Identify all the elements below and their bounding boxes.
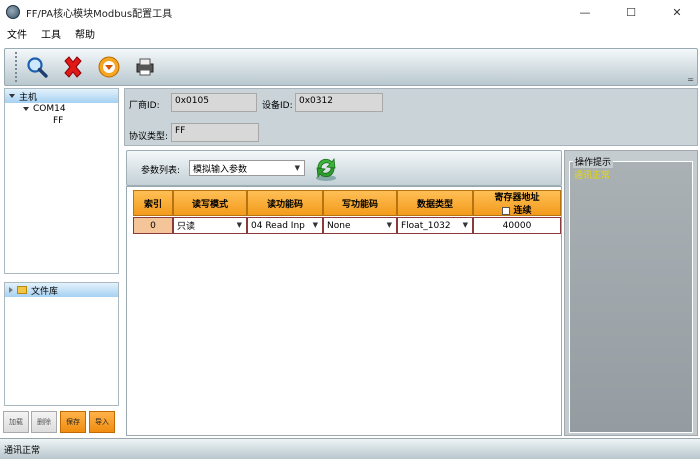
vendor-id-field: 0x0105 xyxy=(171,93,257,112)
cell-data-type[interactable]: Float_1032 ▼ xyxy=(397,217,473,234)
vendor-id-label: 厂商ID: xyxy=(129,101,160,111)
register-grid: 索引 读写模式 读功能码 写功能码 数据类型 寄存器地址 连续 0 只读 ▼ 0… xyxy=(126,186,562,436)
menu-file[interactable]: 文件 xyxy=(0,26,34,41)
protocol-type-label: 协议类型: xyxy=(129,132,169,142)
col-read-fc: 读功能码 xyxy=(247,190,323,216)
param-list-label: 参数列表: xyxy=(141,166,181,176)
col-write-fc: 写功能码 xyxy=(323,190,397,216)
status-bar: 通讯正常 xyxy=(0,438,700,459)
chevron-down-icon: ▼ xyxy=(236,221,242,229)
device-id-field: 0x0312 xyxy=(295,93,383,112)
close-button[interactable]: ✕ xyxy=(654,0,700,24)
status-text: 通讯正常 xyxy=(4,445,41,456)
cell-index[interactable]: 0 xyxy=(133,217,173,234)
save-button[interactable]: 保存 xyxy=(60,411,86,433)
tips-message: 通讯正常 xyxy=(574,171,611,181)
cell-register-addr[interactable]: 40000 xyxy=(473,217,561,234)
search-icon[interactable] xyxy=(24,54,50,80)
tips-box: 通讯正常 xyxy=(569,161,693,433)
file-library-panel: 文件库 xyxy=(4,282,119,406)
chevron-down-icon: ▼ xyxy=(294,164,300,172)
tree-port-label: COM14 xyxy=(33,104,66,114)
col-data-type: 数据类型 xyxy=(397,190,473,216)
collapse-icon[interactable] xyxy=(9,287,13,293)
folder-icon xyxy=(17,286,27,294)
expand-icon[interactable] xyxy=(9,94,15,98)
title-bar: FF/PA核心模块Modbus配置工具 — ☐ ✕ xyxy=(0,0,700,24)
app-icon xyxy=(6,5,20,19)
protocol-type-field: FF xyxy=(171,123,259,142)
download-icon[interactable] xyxy=(96,54,122,80)
import-button[interactable]: 导入 xyxy=(89,411,115,433)
tree-item-port[interactable]: COM14 xyxy=(5,103,118,115)
tree-item-device[interactable]: FF xyxy=(5,115,118,127)
col-register-addr: 寄存器地址 连续 xyxy=(473,190,561,216)
col-index: 索引 xyxy=(133,190,173,216)
menu-bar: 文件 工具 帮助 xyxy=(0,24,700,42)
maximize-button[interactable]: ☐ xyxy=(608,0,654,24)
tips-panel: 通讯正常 操作提示 xyxy=(564,150,698,436)
tree-device-label: FF xyxy=(53,116,64,126)
menu-help[interactable]: 帮助 xyxy=(68,26,102,41)
continuous-checkbox[interactable] xyxy=(502,206,511,215)
cell-read-fc[interactable]: 04 Read Inp ▼ xyxy=(247,217,323,234)
tree-root-label: 主机 xyxy=(19,92,38,103)
window-title: FF/PA核心模块Modbus配置工具 xyxy=(26,8,173,20)
chevron-down-icon: ▼ xyxy=(462,221,468,229)
printer-icon[interactable] xyxy=(132,54,158,80)
chevron-down-icon: ▼ xyxy=(386,221,392,229)
expand-icon[interactable] xyxy=(23,107,29,111)
tree-root[interactable]: 主机 xyxy=(5,89,118,103)
continuous-label: 连续 xyxy=(513,206,532,216)
col-rw-mode: 读写模式 xyxy=(173,190,247,216)
device-tree-panel: 主机 COM14 FF xyxy=(4,88,119,274)
library-root[interactable]: 文件库 xyxy=(5,283,118,297)
device-info-panel: 厂商ID: 0x0105 设备ID: 0x0312 协议类型: FF xyxy=(124,88,698,146)
toolbar: = xyxy=(4,48,698,86)
load-button[interactable]: 加载 xyxy=(3,411,29,433)
tips-title: 操作提示 xyxy=(573,155,614,168)
param-toolbar: 参数列表: 模拟输入参数 ▼ xyxy=(126,150,562,186)
chevron-down-icon: ▼ xyxy=(312,221,318,229)
toolbar-grip[interactable] xyxy=(15,52,18,82)
delete-button[interactable]: 删除 xyxy=(31,411,57,433)
cell-write-fc[interactable]: None ▼ xyxy=(323,217,397,234)
toolbar-overflow[interactable]: = xyxy=(687,75,694,84)
minimize-button[interactable]: — xyxy=(562,0,608,24)
delete-icon[interactable] xyxy=(60,54,86,80)
menu-tools[interactable]: 工具 xyxy=(34,26,68,41)
device-id-label: 设备ID: xyxy=(262,101,293,111)
param-list-select[interactable]: 模拟输入参数 ▼ xyxy=(189,160,305,176)
refresh-icon[interactable] xyxy=(313,154,339,182)
library-label: 文件库 xyxy=(31,286,59,297)
cell-rw-mode[interactable]: 只读 ▼ xyxy=(173,217,247,234)
